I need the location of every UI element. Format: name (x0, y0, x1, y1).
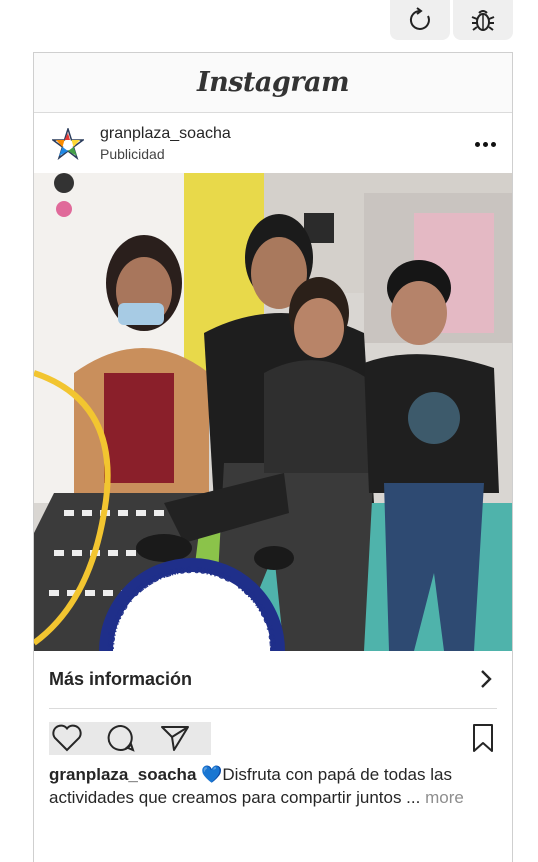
comment-button[interactable] (104, 723, 138, 753)
blue-heart-emoji: 💙 (201, 765, 223, 784)
avatar[interactable] (52, 128, 84, 160)
like-button[interactable] (50, 723, 84, 753)
post-image[interactable]: VISÍTANOS Y CELEBREMOS JUNTOS · VISÍTANO… (34, 173, 512, 651)
instagram-post-card: Instagram granplaza_soacha Publicidad VI… (33, 52, 513, 862)
refresh-button[interactable] (390, 0, 450, 40)
more-info-link[interactable]: Más información (49, 651, 497, 709)
instagram-logo: Instagram (196, 67, 350, 98)
more-horizontal-icon[interactable] (470, 134, 500, 154)
share-button[interactable] (158, 723, 192, 753)
save-button[interactable] (468, 723, 498, 753)
cta-label: Más información (49, 669, 193, 689)
caption-username[interactable]: granplaza_soacha (49, 765, 196, 784)
caption-more-link[interactable]: more (425, 788, 464, 807)
send-icon (161, 726, 189, 751)
post-caption: granplaza_soacha 💙Disfruta con papá de t… (49, 763, 504, 809)
post-username[interactable]: granplaza_soacha (100, 125, 231, 143)
bug-icon (471, 10, 495, 31)
refresh-icon (409, 7, 430, 30)
instagram-header: Instagram (34, 53, 512, 113)
sponsored-label: Publicidad (100, 146, 165, 162)
bookmark-icon (473, 724, 493, 752)
heart-icon (52, 724, 82, 752)
chevron-right-icon (481, 670, 492, 688)
comment-icon (107, 724, 135, 752)
post-header: granplaza_soacha Publicidad (34, 114, 512, 173)
debug-button[interactable] (453, 0, 513, 40)
